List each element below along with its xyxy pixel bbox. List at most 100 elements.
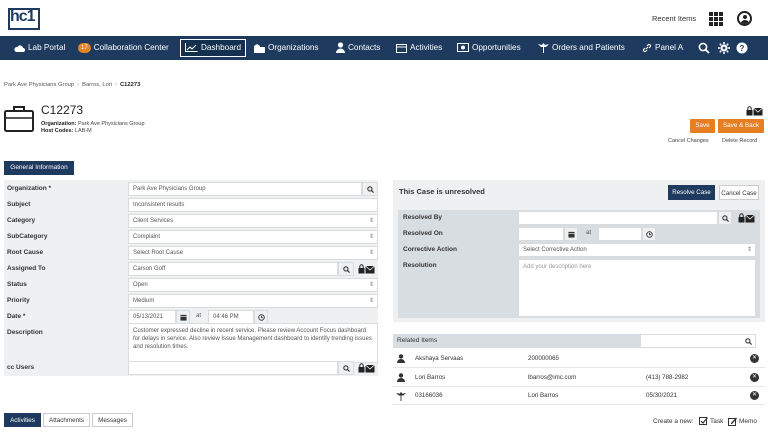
chevron-updown-icon: ⇕ — [368, 282, 374, 288]
help-icon[interactable]: ? — [736, 42, 748, 54]
time-field[interactable]: 04:46 PM — [208, 310, 254, 324]
tab-general-information[interactable]: General Information — [4, 161, 74, 175]
case-host-codes: Host Codes: LAB-M — [41, 128, 92, 134]
tab-attachments[interactable]: Attachments — [43, 413, 90, 427]
recent-items-link[interactable]: Recent Items — [652, 14, 696, 23]
save-and-back-button[interactable]: Save & Back — [718, 119, 764, 133]
form-row-assigned-to: Assigned To Carson Goff — [4, 261, 378, 277]
lock-mail-icon[interactable] — [738, 213, 755, 223]
organization-field[interactable]: Park Ave Physicians Group — [128, 182, 362, 196]
related-item-row[interactable]: Akshaya Servaas 200000065 ✕ — [393, 350, 765, 368]
nav-opportunities[interactable]: Opportunities — [457, 36, 521, 60]
status-select[interactable]: Open ⇕ — [128, 278, 378, 292]
save-button[interactable]: Save — [690, 119, 715, 133]
assigned-to-search-button[interactable] — [338, 262, 354, 276]
remove-icon[interactable]: ✕ — [750, 354, 759, 363]
case-title: C12273 — [41, 103, 84, 117]
remove-icon[interactable]: ✕ — [750, 373, 759, 382]
create-task-button[interactable]: Task — [699, 417, 725, 425]
hc1-logo[interactable]: hc1 — [8, 8, 42, 30]
remove-icon[interactable]: ✕ — [750, 391, 759, 400]
resolve-case-button[interactable]: Resolve Case — [668, 185, 715, 200]
time-picker-button[interactable] — [254, 310, 268, 324]
calendar-icon — [567, 231, 575, 238]
date-picker-button[interactable] — [176, 310, 190, 324]
corrective-action-select[interactable]: Select Corrective Action ⇕ — [518, 243, 756, 257]
organization-search-button[interactable] — [362, 182, 378, 196]
top-header: hc1 Recent Items — [0, 0, 768, 36]
search-icon — [721, 215, 729, 222]
cloud-icon — [14, 45, 25, 52]
assigned-to-field[interactable]: Carson Goff — [128, 262, 338, 276]
resolved-on-time-field[interactable] — [598, 227, 642, 241]
related-item-row[interactable]: Lori Barros lbarros@imc.com (413) 788-29… — [393, 369, 765, 387]
cc-users-search-button[interactable] — [338, 361, 354, 375]
notification-badge: 17 — [78, 42, 91, 53]
caduceus-icon — [396, 391, 406, 401]
briefcase-icon — [4, 106, 34, 132]
person-icon — [397, 373, 405, 382]
chevron-updown-icon: ⇕ — [368, 218, 374, 224]
delete-record-link[interactable]: Delete Record — [722, 138, 757, 144]
chevron-updown-icon: ⇕ — [368, 250, 374, 256]
resolution-textarea[interactable]: Add your description here — [518, 259, 756, 317]
nav-lab-portal[interactable]: Lab Portal — [14, 36, 65, 60]
create-new-bar: Create a new: Task Memo — [653, 417, 758, 426]
description-textarea[interactable]: Customer expressed decline in recent ser… — [128, 323, 378, 363]
cc-users-field[interactable] — [128, 361, 338, 375]
form-row-subcategory: SubCategory Complaint ⇕ — [4, 229, 378, 245]
gear-icon[interactable] — [718, 42, 730, 54]
main-nav: Lab Portal 17 Collaboration Center Dashbo… — [0, 36, 768, 60]
form-row-root-cause: Root Cause Select Root Cause ⇕ — [4, 245, 378, 261]
building-icon — [254, 43, 265, 53]
cancel-case-button[interactable]: Cancel Case — [719, 185, 759, 200]
search-icon[interactable] — [698, 42, 710, 54]
related-item-row[interactable]: 03166036 Lori Barros 05/30/2021 ✕ — [393, 387, 765, 405]
root-cause-select[interactable]: Select Root Cause ⇕ — [128, 246, 378, 260]
lock-mail-icon[interactable] — [358, 264, 375, 274]
breadcrumb-current: C12273 — [119, 82, 141, 88]
calendar-icon — [396, 43, 407, 53]
tab-messages[interactable]: Messages — [92, 413, 133, 427]
case-form: Organization * Park Ave Physicians Group… — [4, 180, 378, 376]
nav-collaboration-center[interactable]: 17 Collaboration Center — [78, 36, 169, 60]
checkbox-icon — [699, 417, 709, 425]
resolved-by-search-button[interactable] — [718, 211, 732, 225]
apps-grid-icon[interactable] — [709, 12, 723, 26]
category-select[interactable]: Client Services ⇕ — [128, 214, 378, 228]
search-icon — [342, 266, 350, 273]
nav-contacts[interactable]: Contacts — [336, 36, 380, 60]
case-organization: Organization: Park Ave Physicians Group — [41, 121, 145, 127]
search-icon — [342, 365, 350, 372]
tab-activities[interactable]: Activities — [4, 413, 41, 427]
nav-organizations[interactable]: Organizations — [254, 36, 319, 60]
breadcrumb-contact[interactable]: Barros, Lori — [82, 82, 112, 88]
date-field[interactable]: 05/13/2021 — [128, 310, 176, 324]
lock-mail-icon[interactable] — [358, 363, 375, 373]
nav-panel[interactable]: Panel A — [642, 36, 683, 60]
subject-field[interactable]: Inconsistent results — [128, 198, 378, 212]
resolved-by-field[interactable] — [518, 211, 718, 225]
chevron-updown-icon: ⇕ — [746, 247, 752, 253]
clock-icon — [645, 231, 653, 238]
nav-activities[interactable]: Activities — [396, 36, 442, 60]
create-memo-button[interactable]: Memo — [728, 417, 757, 426]
form-row-organization: Organization * Park Ave Physicians Group — [4, 181, 378, 197]
nav-orders-and-patients[interactable]: Orders and Patients — [538, 36, 625, 60]
related-items-header: Related Items — [393, 334, 640, 348]
chevron-updown-icon: ⇕ — [368, 298, 374, 304]
link-icon — [642, 43, 652, 52]
subcategory-select[interactable]: Complaint ⇕ — [128, 230, 378, 244]
lock-mail-icon[interactable] — [746, 106, 763, 116]
resolved-on-time-picker[interactable] — [642, 227, 656, 241]
resolved-on-date-field[interactable] — [518, 227, 564, 241]
form-row-cc-users: cc Users — [4, 360, 378, 376]
user-avatar-icon[interactable] — [737, 11, 752, 26]
nav-dashboard[interactable]: Dashboard — [180, 39, 247, 57]
calendar-icon — [179, 314, 187, 321]
related-items-search[interactable] — [640, 334, 756, 348]
breadcrumb-organization[interactable]: Park Ave Physicians Group — [4, 82, 74, 88]
priority-select[interactable]: Medium ⇕ — [128, 294, 378, 308]
resolved-on-date-picker[interactable] — [564, 227, 578, 241]
cancel-changes-link[interactable]: Cancel Changes — [668, 138, 709, 144]
